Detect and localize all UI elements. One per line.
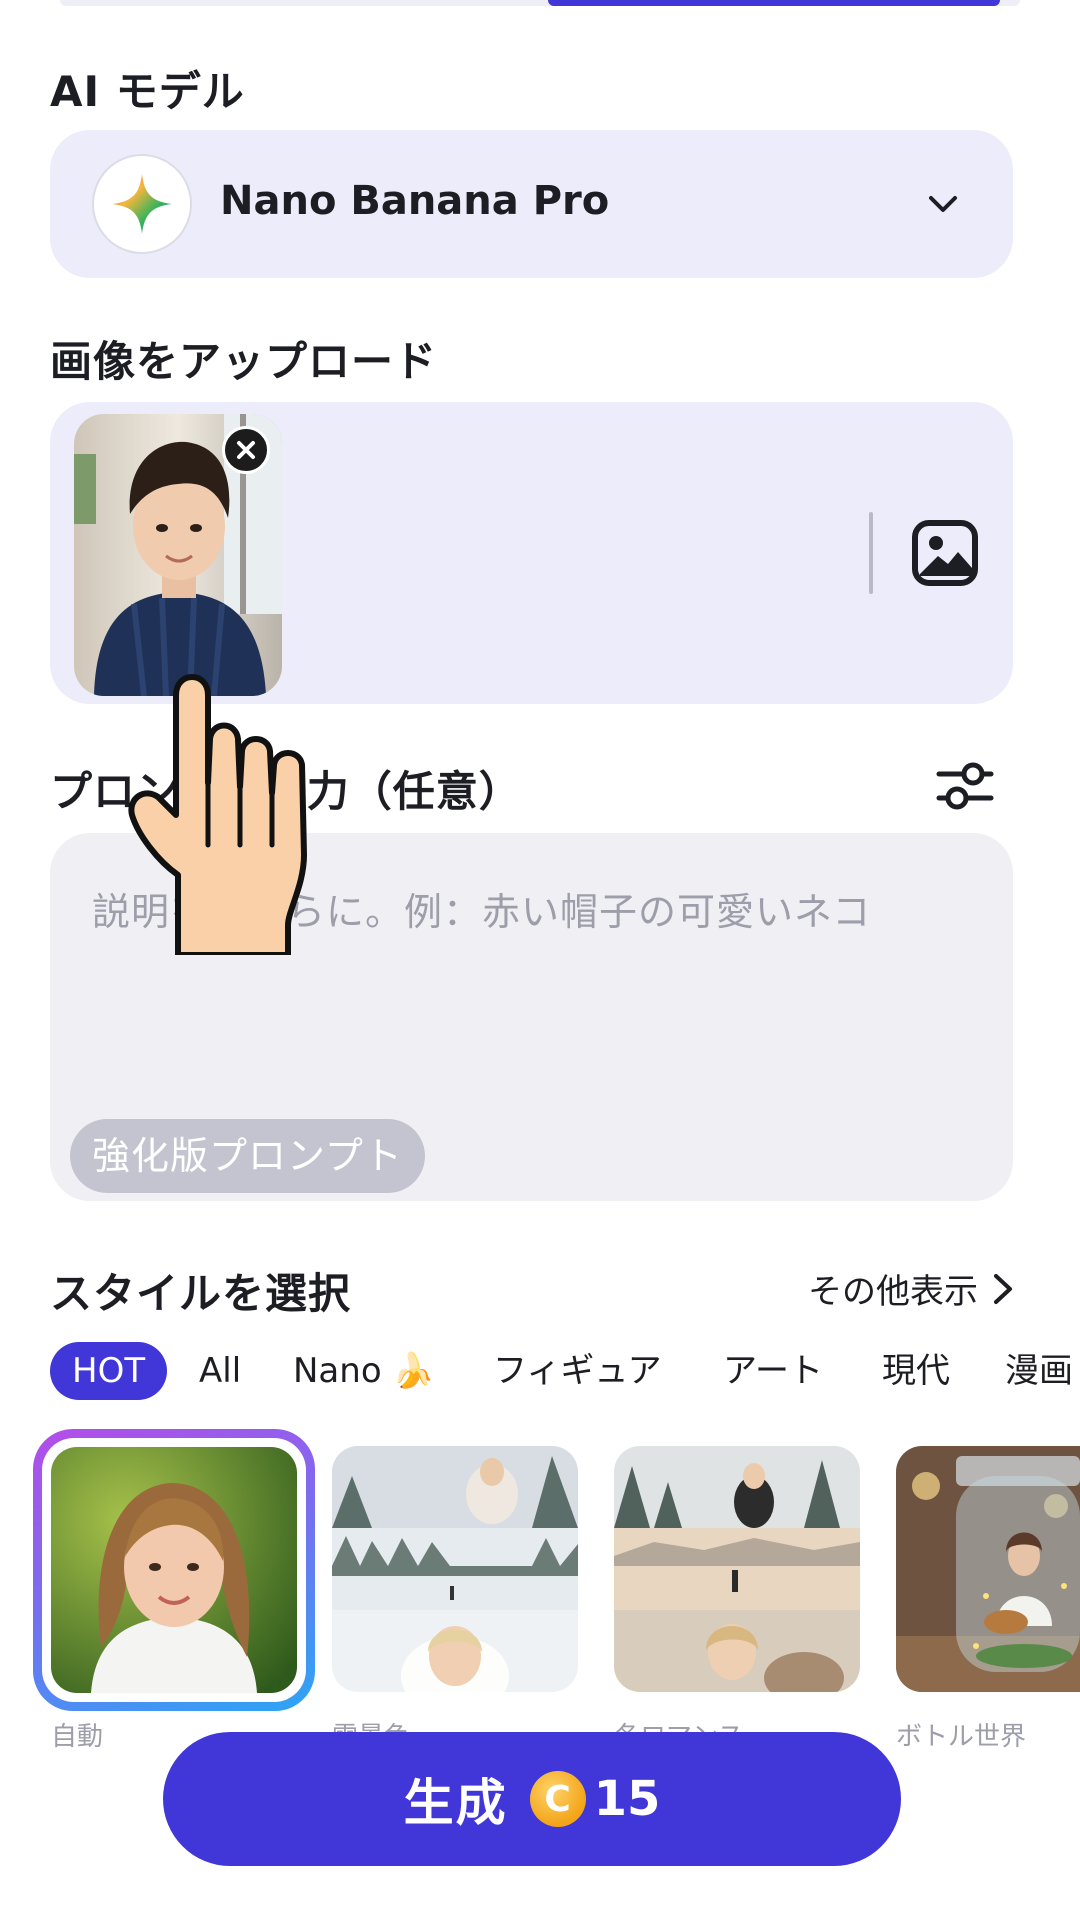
chevron-right-icon [994,1273,1012,1304]
image-icon[interactable] [910,518,980,588]
show-more-label: その他表示 [808,1272,978,1312]
upload-divider [869,512,873,594]
sliders-icon[interactable] [935,758,995,814]
tab-nano[interactable]: Nano 🍌 [293,1342,435,1400]
close-icon[interactable] [222,426,270,474]
enhance-prompt-button[interactable]: 強化版プロンプト [70,1119,425,1193]
sparkle-icon [92,154,192,254]
style-card-winter-romance[interactable] [614,1446,860,1692]
style-card-snow[interactable] [332,1446,578,1692]
style-label: スタイルを選択 [50,1269,352,1318]
card-label-auto: 自動 [51,1722,104,1752]
hand-pointer-icon [128,674,307,955]
chevron-down-icon[interactable] [923,184,963,224]
upload-area[interactable] [50,402,1013,704]
tab-figure[interactable]: フィギュア [493,1342,662,1400]
generate-cost: 15 [593,1771,661,1827]
generate-button[interactable]: 生成 C 15 [163,1732,901,1866]
tab-all[interactable]: All [199,1342,241,1400]
generate-label: 生成 [403,1774,508,1832]
top-segment-active[interactable] [548,0,1000,6]
ai-model-label: AI モデル [50,67,245,116]
tab-art[interactable]: アート [723,1342,823,1400]
style-card-auto[interactable] [51,1447,297,1693]
coin-icon: C [529,1771,586,1827]
model-selector[interactable]: Nano Banana Pro [50,130,1013,278]
tab-modern[interactable]: 現代 [882,1342,950,1400]
tab-manga[interactable]: 漫画 [1005,1342,1073,1400]
card-label-bottle-world: ボトル世界 [896,1722,1027,1752]
show-more-link[interactable]: その他表示 [808,1264,1014,1313]
selected-model-name: Nano Banana Pro [220,178,610,224]
style-card-bottle-world[interactable] [896,1446,1080,1692]
tab-hot[interactable]: HOT [50,1342,168,1400]
upload-label: 画像をアップロード [50,337,438,386]
